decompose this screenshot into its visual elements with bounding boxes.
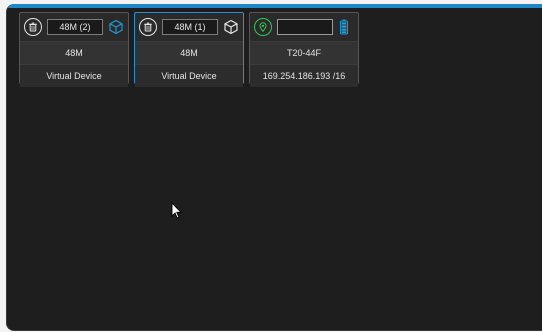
device-card-header: 48M (2) [20,13,128,41]
device-cards: 48M (2) 48M Virtual Device 48M (1) 48M V… [19,12,359,87]
device-model: 48M [20,41,128,64]
device-model: 48M [135,41,243,64]
device-panel: 48M (2) 48M Virtual Device 48M (1) 48M V… [6,4,542,331]
device-name-field[interactable] [277,19,333,35]
device-address: 169.254.186.193 /16 [250,64,358,87]
device-card-header: 48M (1) [135,13,243,41]
device-card-selected[interactable]: 48M (1) 48M Virtual Device [134,12,244,87]
cube-icon[interactable] [108,19,124,35]
device-card[interactable]: T20-44F 169.254.186.193 /16 [249,12,359,87]
device-model: T20-44F [250,41,358,64]
mouse-pointer-icon [171,201,183,225]
trash-icon[interactable] [139,18,157,36]
device-name-field[interactable]: 48M (2) [47,19,103,35]
location-pin-icon[interactable] [254,18,272,36]
device-card[interactable]: 48M (2) 48M Virtual Device [19,12,129,87]
device-card-header [250,13,358,41]
cube-icon[interactable] [223,19,239,35]
device-name-field[interactable]: 48M (1) [162,19,218,35]
battery-icon [338,19,350,35]
accent-bar [7,4,542,8]
device-type: Virtual Device [20,64,128,87]
trash-icon[interactable] [24,18,42,36]
device-type: Virtual Device [135,64,243,87]
